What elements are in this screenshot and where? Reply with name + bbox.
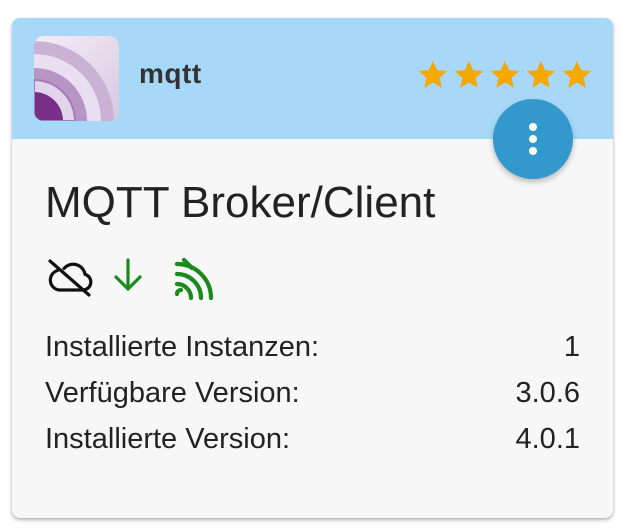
info-row: Installierte Instanzen: 1: [45, 331, 580, 377]
info-value: 4.0.1: [515, 423, 581, 455]
star-icon: [526, 60, 556, 88]
info-value: 3.0.6: [515, 377, 581, 409]
info-table: Installierte Instanzen: 1 Verfügbare Ver…: [45, 331, 580, 469]
info-row: Verfügbare Version: 3.0.6: [45, 377, 580, 423]
cloud-off-icon: [48, 259, 93, 297]
info-label: Installierte Instanzen:: [45, 331, 320, 363]
signal-icon: [174, 257, 214, 300]
star-icon: [490, 60, 520, 88]
info-value: 1: [563, 331, 580, 363]
mqtt-logo: [34, 36, 119, 121]
adapter-name: mqtt: [139, 58, 202, 89]
more-options-button[interactable]: [493, 99, 573, 179]
info-label: Installierte Version:: [45, 423, 291, 455]
adapter-card: mqtt MQTT Broker/Client Installierte Ins…: [12, 18, 613, 518]
more-vert-icon: [529, 123, 537, 155]
star-icon: [454, 60, 484, 88]
star-icon: [418, 60, 448, 88]
info-row: Installierte Version: 4.0.1: [45, 423, 580, 469]
star-icon: [562, 60, 592, 88]
arrow-down-icon: [114, 258, 142, 291]
info-label: Verfügbare Version:: [45, 377, 300, 409]
adapter-title: MQTT Broker/Client: [45, 178, 436, 227]
rating-stars: [416, 58, 594, 94]
